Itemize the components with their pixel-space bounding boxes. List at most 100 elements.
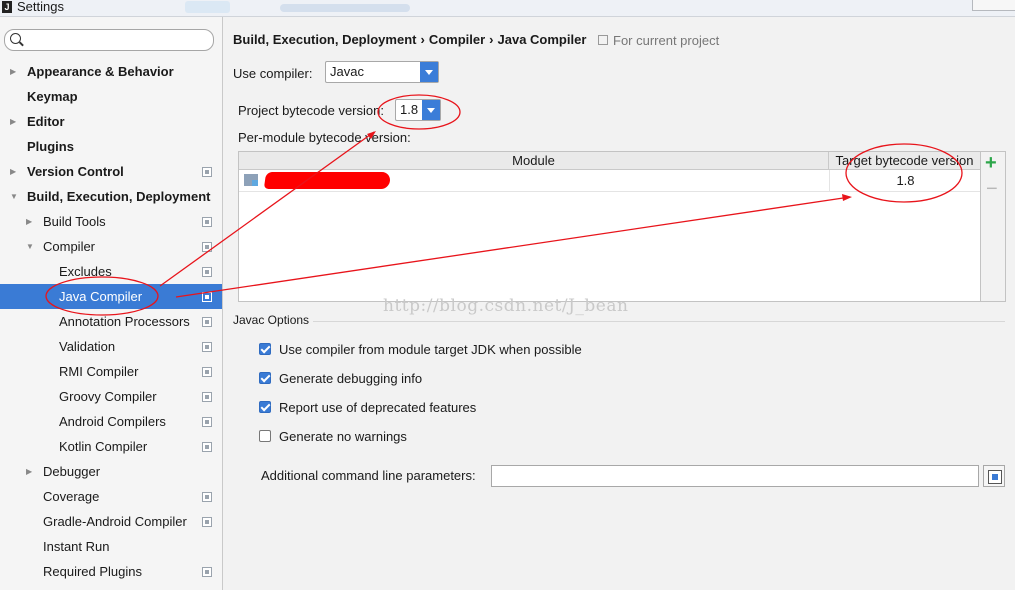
sidebar-item-build-execution-deployment[interactable]: ▼ Build, Execution, Deployment bbox=[0, 184, 222, 209]
checkbox-no-warnings[interactable] bbox=[259, 430, 271, 442]
chevron-down-icon[interactable] bbox=[420, 62, 438, 82]
sidebar-item-label: Appearance & Behavior bbox=[27, 64, 174, 79]
checkbox-use-module-jdk[interactable] bbox=[259, 343, 271, 355]
project-config-icon bbox=[202, 267, 212, 277]
sidebar-item-editor[interactable]: ▶ Editor bbox=[0, 109, 222, 134]
sidebar-item-label: Build, Execution, Deployment bbox=[27, 189, 211, 204]
breadcrumb-item: Compiler bbox=[428, 32, 486, 47]
sidebar-item-label: Java Compiler bbox=[59, 289, 143, 304]
java-compiler-panel: Build, Execution, Deployment › Compiler › Ja… bbox=[223, 17, 1015, 590]
project-config-icon bbox=[202, 567, 212, 577]
chevron-down-icon[interactable] bbox=[422, 100, 440, 120]
sidebar-item-label: Android Compilers bbox=[59, 414, 166, 429]
bytecode-version-combo[interactable]: 1.8 bbox=[395, 99, 441, 121]
project-config-icon bbox=[202, 392, 212, 402]
scope-note: For current project bbox=[598, 33, 719, 48]
chevron-down-icon[interactable]: ▼ bbox=[10, 184, 18, 209]
blurred-title-segment bbox=[185, 1, 230, 13]
column-header-target[interactable]: Target bytecode version bbox=[829, 152, 980, 169]
window-title: Settings bbox=[17, 0, 64, 14]
cmdline-input[interactable] bbox=[491, 465, 979, 487]
blurred-title-segment bbox=[280, 4, 410, 12]
sidebar-item-compiler[interactable]: ▼ Compiler bbox=[0, 234, 222, 259]
module-folder-icon bbox=[244, 174, 258, 186]
sidebar-item-label: Kotlin Compiler bbox=[59, 439, 148, 454]
sidebar-item-plugins[interactable]: Plugins bbox=[0, 134, 222, 159]
sidebar-item-debugger[interactable]: ▶ Debugger bbox=[0, 459, 222, 484]
project-config-icon bbox=[202, 367, 212, 377]
cmdline-label: Additional command line parameters: bbox=[261, 468, 476, 483]
sidebar-item-label: Build Tools bbox=[43, 214, 106, 229]
sidebar-item-validation[interactable]: Validation bbox=[0, 334, 222, 359]
project-config-icon bbox=[202, 517, 212, 527]
target-version-cell[interactable]: 1.8 bbox=[829, 170, 981, 191]
sidebar-item-instant-run[interactable]: Instant Run bbox=[0, 534, 222, 559]
sidebar-item-coverage[interactable]: Coverage bbox=[0, 484, 222, 509]
project-config-icon bbox=[202, 417, 212, 427]
sidebar-item-annotation-processors[interactable]: Annotation Processors bbox=[0, 309, 222, 334]
bytecode-version-label: Project bytecode version: bbox=[238, 103, 384, 118]
title-bar: J Settings bbox=[0, 0, 1015, 17]
chevron-right-icon[interactable]: ▶ bbox=[10, 159, 16, 184]
sidebar-item-build-tools[interactable]: ▶ Build Tools bbox=[0, 209, 222, 234]
javac-options-title: Javac Options bbox=[233, 313, 310, 327]
close-button[interactable] bbox=[972, 0, 1015, 11]
module-bytecode-table[interactable]: Module Target bytecode version 1.8 bbox=[238, 151, 981, 302]
sidebar-item-android-compilers[interactable]: Android Compilers bbox=[0, 409, 222, 434]
sidebar-item-groovy-compiler[interactable]: Groovy Compiler bbox=[0, 384, 222, 409]
sidebar-item-label: Groovy Compiler bbox=[59, 389, 157, 404]
project-config-icon bbox=[202, 217, 212, 227]
table-row[interactable]: 1.8 bbox=[239, 170, 980, 192]
per-module-label: Per-module bytecode version: bbox=[238, 130, 411, 145]
project-config-icon bbox=[202, 342, 212, 352]
sidebar-item-keymap[interactable]: Keymap bbox=[0, 84, 222, 109]
column-header-module[interactable]: Module bbox=[239, 152, 829, 169]
option-label[interactable]: Generate no warnings bbox=[279, 429, 407, 444]
checkbox-deprecated[interactable] bbox=[259, 401, 271, 413]
sidebar-item-version-control[interactable]: ▶ Version Control bbox=[0, 159, 222, 184]
project-config-icon bbox=[202, 292, 212, 302]
sidebar-item-label: Annotation Processors bbox=[59, 314, 190, 329]
app-icon: J bbox=[2, 1, 12, 13]
divider bbox=[313, 321, 1005, 322]
checkbox-debug-info[interactable] bbox=[259, 372, 271, 384]
sidebar-item-kotlin-compiler[interactable]: Kotlin Compiler bbox=[0, 434, 222, 459]
option-label[interactable]: Generate debugging info bbox=[279, 371, 422, 386]
sidebar-item-label: Excludes bbox=[59, 264, 112, 279]
search-icon bbox=[10, 33, 21, 44]
option-label[interactable]: Use compiler from module target JDK when… bbox=[279, 342, 582, 357]
sidebar-item-gradle-android-compiler[interactable]: Gradle-Android Compiler bbox=[0, 509, 222, 534]
table-toolbar: + − bbox=[981, 151, 1006, 302]
project-config-icon bbox=[202, 492, 212, 502]
sidebar-item-label: Required Plugins bbox=[43, 564, 143, 579]
use-compiler-combo[interactable]: Javac bbox=[325, 61, 439, 83]
chevron-right-icon[interactable]: ▶ bbox=[10, 59, 16, 84]
option-label[interactable]: Report use of deprecated features bbox=[279, 400, 476, 415]
sidebar-item-label: Editor bbox=[27, 114, 65, 129]
add-icon[interactable]: + bbox=[985, 152, 997, 174]
sidebar-item-label: Plugins bbox=[27, 139, 74, 154]
sidebar-item-required-plugins[interactable]: Required Plugins bbox=[0, 559, 222, 584]
bytecode-version-value: 1.8 bbox=[400, 102, 419, 117]
project-config-icon bbox=[202, 167, 212, 177]
sidebar-item-excludes[interactable]: Excludes bbox=[0, 259, 222, 284]
sidebar-item-label: Validation bbox=[59, 339, 116, 354]
sidebar-item-label: Version Control bbox=[27, 164, 124, 179]
sidebar-item-label: Debugger bbox=[43, 464, 101, 479]
project-config-icon bbox=[202, 442, 212, 452]
search-input[interactable] bbox=[4, 29, 214, 51]
chevron-right-icon[interactable]: ▶ bbox=[26, 209, 32, 234]
remove-icon[interactable]: − bbox=[986, 178, 998, 200]
expand-field-icon[interactable] bbox=[983, 465, 1005, 487]
sidebar-item-label: Compiler bbox=[43, 239, 96, 254]
chevron-down-icon[interactable]: ▼ bbox=[26, 234, 34, 259]
breadcrumb-item: Build, Execution, Deployment bbox=[233, 32, 417, 47]
sidebar-item-appearance-behavior[interactable]: ▶ Appearance & Behavior bbox=[0, 59, 222, 84]
chevron-right-icon[interactable]: ▶ bbox=[26, 459, 32, 484]
use-compiler-label: Use compiler: bbox=[233, 66, 313, 81]
sidebar-item-rmi-compiler[interactable]: RMI Compiler bbox=[0, 359, 222, 384]
watermark: http://blog.csdn.net/J_bean bbox=[383, 296, 629, 316]
sidebar-item-java-compiler[interactable]: Java Compiler bbox=[0, 284, 222, 309]
chevron-right-icon[interactable]: ▶ bbox=[10, 109, 16, 134]
sidebar-item-label: RMI Compiler bbox=[59, 364, 139, 379]
